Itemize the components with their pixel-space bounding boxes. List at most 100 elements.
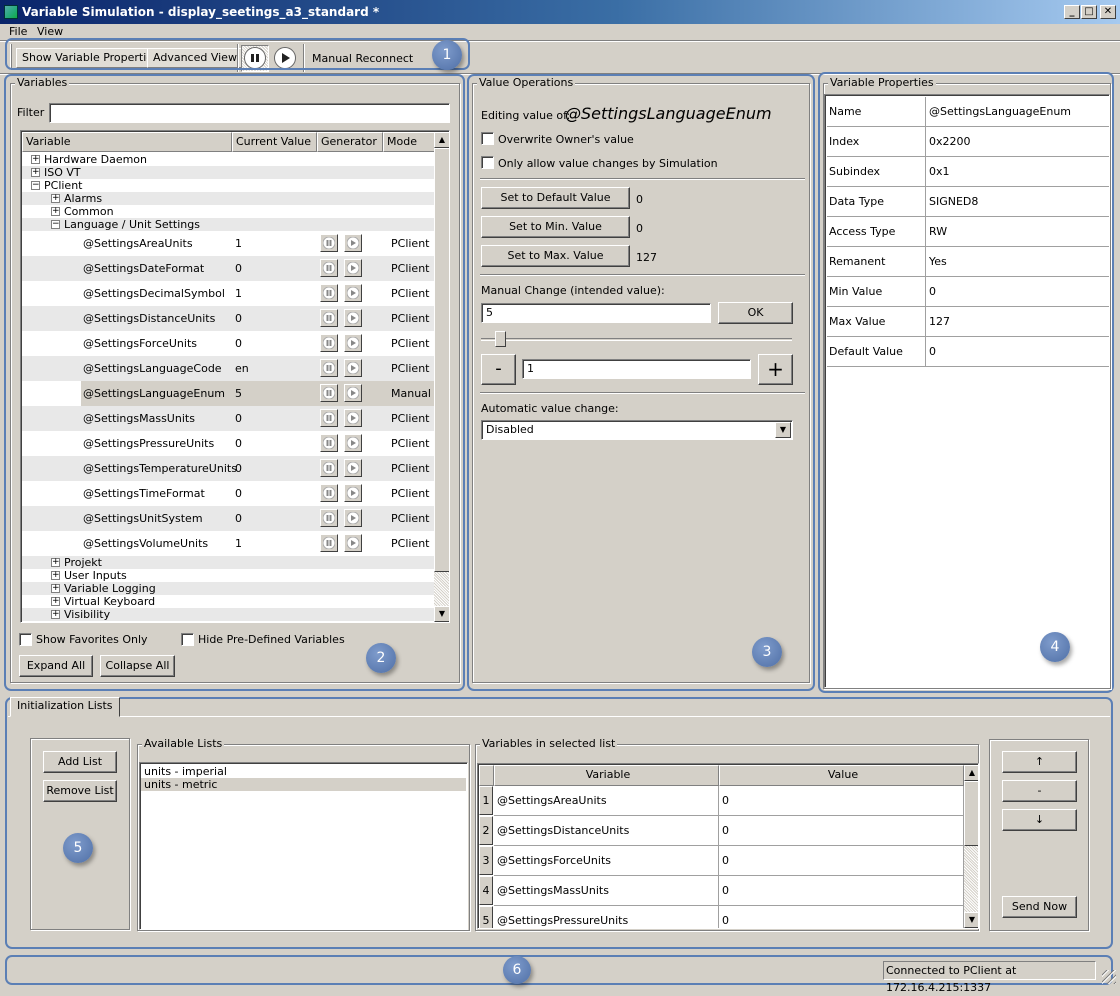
expand-icon[interactable]: + <box>31 168 40 177</box>
scroll-up-arrow[interactable]: ▲ <box>434 132 449 148</box>
minimize-button[interactable]: _ <box>1064 5 1080 19</box>
expand-icon[interactable]: + <box>51 571 60 580</box>
tree-variable-row[interactable]: @SettingsPressureUnits 0 PClient <box>22 431 434 456</box>
row-value[interactable]: 0 <box>719 786 964 816</box>
scroll-down-arrow[interactable]: ▼ <box>434 606 449 622</box>
generator-play-icon[interactable] <box>344 234 362 252</box>
tree-group-row[interactable]: − PClient <box>22 179 434 192</box>
move-down-button[interactable]: ↓ <box>1002 809 1077 831</box>
generator-play-icon[interactable] <box>344 484 362 502</box>
row-number[interactable]: 5 <box>479 906 493 928</box>
tree-group-row[interactable]: + Visibility <box>22 608 434 621</box>
resize-grip-icon[interactable] <box>1102 970 1116 984</box>
collapse-icon[interactable]: − <box>51 220 60 229</box>
hide-predefined-checkbox[interactable] <box>181 633 194 646</box>
grid-scrollbar[interactable]: ▲ ▼ <box>964 765 978 928</box>
list-variable-row[interactable]: 3 @SettingsForceUnits 0 <box>479 846 964 876</box>
row-variable[interactable]: @SettingsForceUnits <box>494 846 719 876</box>
list-variable-row[interactable]: 4 @SettingsMassUnits 0 <box>479 876 964 906</box>
list-variable-row[interactable]: 1 @SettingsAreaUnits 0 <box>479 786 964 816</box>
menu-view[interactable]: View <box>37 25 63 38</box>
generator-play-icon[interactable] <box>344 334 362 352</box>
generator-pause-icon[interactable] <box>320 459 338 477</box>
generator-pause-icon[interactable] <box>320 234 338 252</box>
send-now-button[interactable]: Send Now <box>1002 896 1077 918</box>
expand-all-button[interactable]: Expand All <box>19 655 93 677</box>
tree-group-row[interactable]: − Language / Unit Settings <box>22 218 434 231</box>
tree-group-row[interactable]: + Variable Logging <box>22 582 434 595</box>
generator-pause-icon[interactable] <box>320 409 338 427</box>
chevron-down-icon[interactable]: ▼ <box>775 422 791 438</box>
col-mode[interactable]: Mode <box>383 132 435 152</box>
tab-initialization-lists[interactable]: Initialization Lists <box>10 697 120 717</box>
maximize-button[interactable]: □ <box>1081 5 1097 19</box>
overwrite-owner-checkbox[interactable] <box>481 132 494 145</box>
generator-pause-icon[interactable] <box>320 284 338 302</box>
row-value[interactable]: 0 <box>719 816 964 846</box>
tree-variable-row[interactable]: @SettingsAreaUnits 1 PClient <box>22 231 434 256</box>
scroll-down-arrow[interactable]: ▼ <box>964 912 978 928</box>
only-simulation-checkbox[interactable] <box>481 156 494 169</box>
generator-pause-icon[interactable] <box>320 534 338 552</box>
generator-pause-icon[interactable] <box>320 359 338 377</box>
tree-variable-row[interactable]: @SettingsVolumeUnits 1 PClient <box>22 531 434 556</box>
scroll-thumb[interactable] <box>964 781 978 846</box>
row-number[interactable]: 4 <box>479 876 493 905</box>
col-list-variable[interactable]: Variable <box>494 765 719 786</box>
generator-pause-icon[interactable] <box>320 334 338 352</box>
generator-play-icon[interactable] <box>344 509 362 527</box>
tree-group-row[interactable]: + Projekt <box>22 556 434 569</box>
tree-group-row[interactable]: + ISO VT <box>22 166 434 179</box>
row-variable[interactable]: @SettingsDistanceUnits <box>494 816 719 846</box>
close-button[interactable]: ✕ <box>1100 5 1116 19</box>
set-max-button[interactable]: Set to Max. Value <box>481 245 630 267</box>
tree-group-row[interactable]: + Hardware Daemon <box>22 153 434 166</box>
tree-variable-row[interactable]: @SettingsTimeFormat 0 PClient <box>22 481 434 506</box>
row-number[interactable]: 2 <box>479 816 493 845</box>
remove-entry-button[interactable]: - <box>1002 780 1077 802</box>
row-variable[interactable]: @SettingsAreaUnits <box>494 786 719 816</box>
generator-play-icon[interactable] <box>344 359 362 377</box>
collapse-icon[interactable]: − <box>31 181 40 190</box>
generator-play-icon[interactable] <box>344 309 362 327</box>
set-default-button[interactable]: Set to Default Value <box>481 187 630 209</box>
row-value[interactable]: 0 <box>719 906 964 928</box>
step-input[interactable]: 1 <box>522 359 751 379</box>
expand-icon[interactable]: + <box>51 610 60 619</box>
tree-variable-row[interactable]: @SettingsDateFormat 0 PClient <box>22 256 434 281</box>
expand-icon[interactable]: + <box>51 194 60 203</box>
tree-variable-row[interactable]: @SettingsLanguageEnum 5 Manual <box>22 381 434 406</box>
scroll-up-arrow[interactable]: ▲ <box>964 765 978 781</box>
scroll-thumb[interactable] <box>434 148 449 572</box>
generator-pause-icon[interactable] <box>320 434 338 452</box>
manual-value-input[interactable]: 5 <box>481 303 711 323</box>
generator-pause-icon[interactable] <box>320 384 338 402</box>
row-number[interactable]: 1 <box>479 786 493 815</box>
remove-list-button[interactable]: Remove List <box>43 780 117 802</box>
tree-group-row[interactable]: + Common <box>22 205 434 218</box>
tree-variable-row[interactable]: @SettingsLanguageCode en PClient <box>22 356 434 381</box>
generator-play-icon[interactable] <box>344 284 362 302</box>
show-favorites-checkbox[interactable] <box>19 633 32 646</box>
tree-variable-row[interactable]: @SettingsTemperatureUnits 0 PClient <box>22 456 434 481</box>
set-min-button[interactable]: Set to Min. Value <box>481 216 630 238</box>
row-value[interactable]: 0 <box>719 846 964 876</box>
col-variable[interactable]: Variable <box>22 132 232 152</box>
increment-button[interactable]: + <box>758 354 793 385</box>
expand-icon[interactable]: + <box>51 597 60 606</box>
move-up-button[interactable]: ↑ <box>1002 751 1077 773</box>
generator-pause-icon[interactable] <box>320 484 338 502</box>
collapse-all-button[interactable]: Collapse All <box>100 655 175 677</box>
generator-pause-icon[interactable] <box>320 259 338 277</box>
available-list-item[interactable]: units - metric <box>141 778 466 791</box>
expand-icon[interactable]: + <box>51 584 60 593</box>
tree-variable-row[interactable]: @SettingsDecimalSymbol 1 PClient <box>22 281 434 306</box>
generator-play-icon[interactable] <box>344 459 362 477</box>
row-variable[interactable]: @SettingsMassUnits <box>494 876 719 906</box>
tree-variable-row[interactable]: @SettingsForceUnits 0 PClient <box>22 331 434 356</box>
menu-file[interactable]: File <box>9 25 27 38</box>
list-variable-row[interactable]: 5 @SettingsPressureUnits 0 <box>479 906 964 928</box>
tree-scrollbar[interactable]: ▲ ▼ <box>434 132 449 622</box>
generator-play-icon[interactable] <box>344 434 362 452</box>
generator-play-icon[interactable] <box>344 259 362 277</box>
